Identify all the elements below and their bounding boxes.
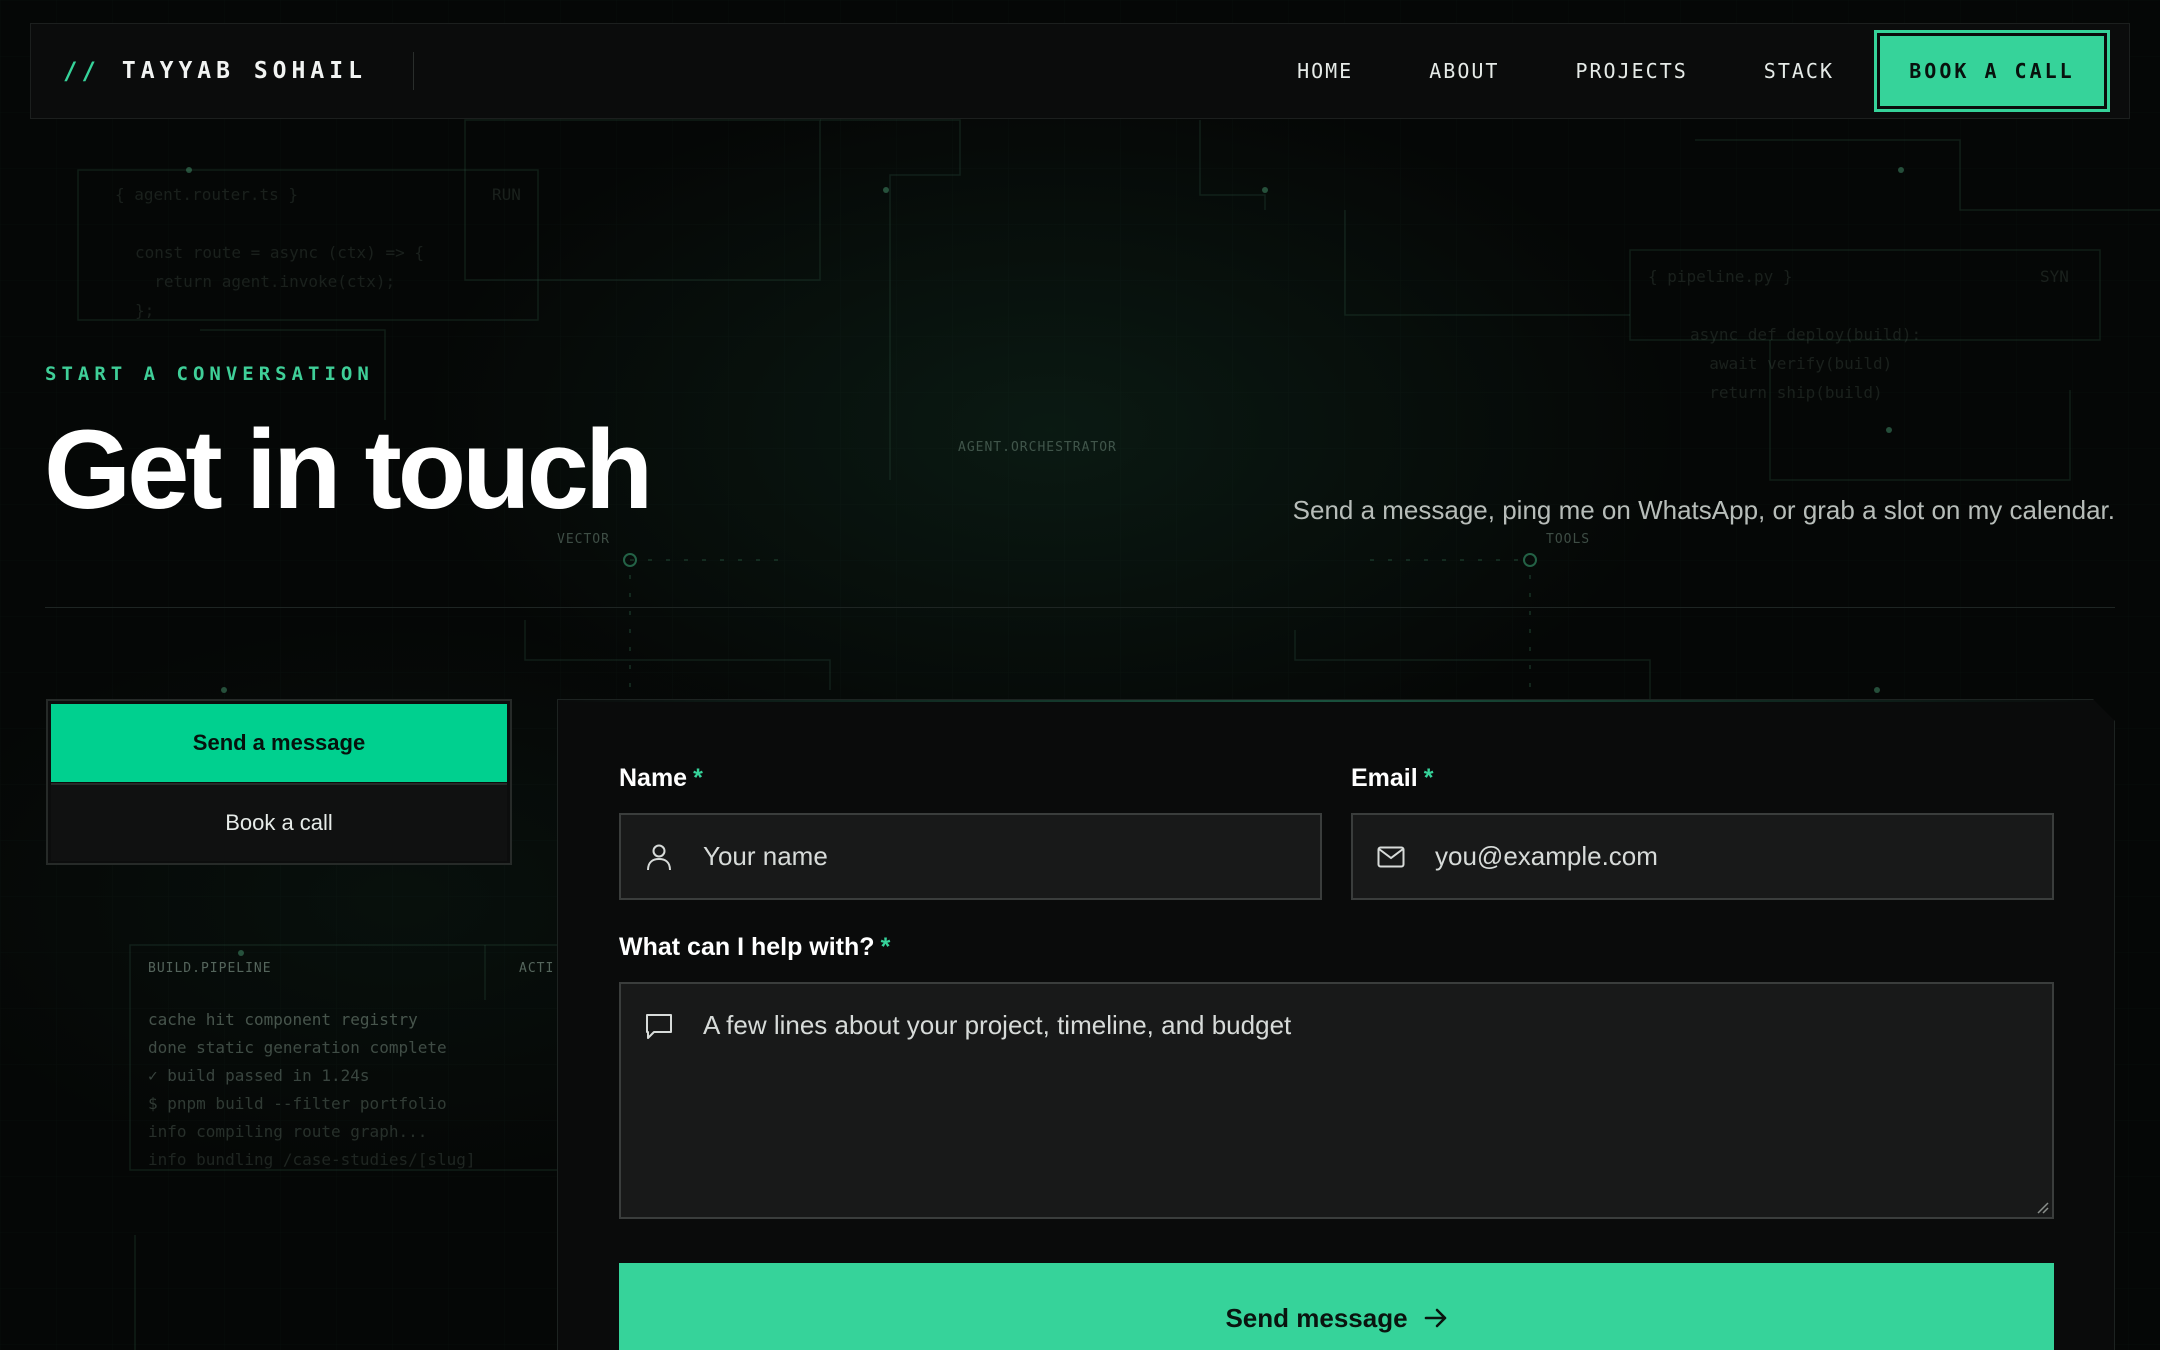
send-message-button[interactable]: Send message: [619, 1263, 2054, 1350]
bg-snippet-right-line-1: async def deploy(build):: [1690, 325, 1922, 344]
bg-snippet-left-line-1: const route = async (ctx) => {: [135, 243, 424, 262]
nav-link-projects[interactable]: PROJECTS: [1575, 59, 1687, 83]
contact-mode-toggle: Send a message Book a call: [46, 699, 512, 865]
bg-snippet-right-line-2: await verify(build): [1690, 354, 1893, 373]
resize-grip-icon[interactable]: [2035, 1200, 2049, 1214]
message-field: [619, 982, 2054, 1219]
nav-links: HOME ABOUT PROJECTS STACK BOOK A CALL: [1297, 24, 2129, 118]
bg-pipeline-line-2: done static generation complete: [148, 1038, 447, 1057]
nav-link-stack[interactable]: STACK: [1764, 59, 1834, 83]
name-input[interactable]: [703, 841, 1320, 872]
email-required-mark: *: [1423, 764, 1434, 792]
name-label-text: Name: [619, 764, 688, 792]
bg-node-orchestrator: AGENT.ORCHESTRATOR: [958, 440, 1117, 455]
brand-slashes: //: [63, 57, 100, 85]
brand-name: TAYYAB SOHAIL: [121, 58, 367, 84]
contact-form-panel: Name* Email* What can I help with?*: [557, 699, 2115, 1350]
book-a-call-button[interactable]: BOOK A CALL: [1874, 30, 2110, 112]
bg-pipeline-line-1: cache hit component registry: [148, 1010, 418, 1029]
nav-link-home[interactable]: HOME: [1297, 59, 1353, 83]
email-input[interactable]: [1435, 841, 2052, 872]
bg-snippet-left-header: { agent.router.ts }: [115, 185, 299, 204]
top-nav: // TAYYAB SOHAIL HOME ABOUT PROJECTS STA…: [30, 23, 2130, 119]
email-label: Email *: [1351, 764, 1433, 793]
email-label-text: Email: [1351, 764, 1418, 792]
section-divider: [45, 607, 2115, 608]
name-label: Name *: [619, 764, 703, 793]
arrow-right-icon: [1424, 1307, 1448, 1329]
brand[interactable]: // TAYYAB SOHAIL: [31, 24, 414, 118]
nav-link-about[interactable]: ABOUT: [1429, 59, 1499, 83]
message-label-text: What can I help with?: [619, 933, 875, 961]
mail-icon: [1377, 843, 1405, 871]
page-title: Get in touch: [44, 407, 653, 532]
bg-snippet-right-tag: SYN: [2040, 267, 2069, 286]
name-field: [619, 813, 1322, 900]
bg-pipeline-tag: ACTI: [519, 961, 555, 976]
bg-snippet-right-header: { pipeline.py }: [1648, 267, 1793, 286]
brand-divider: [412, 52, 414, 90]
bg-pipeline-header: BUILD.PIPELINE: [148, 961, 272, 976]
bg-pipeline-line-4: $ pnpm build --filter portfolio: [148, 1094, 447, 1113]
book-a-call-tab[interactable]: Book a call: [51, 783, 507, 861]
bg-pipeline-line-5: info compiling route graph...: [148, 1122, 428, 1141]
bg-snippet-left-tag: RUN: [492, 185, 521, 204]
bg-snippet-right-line-3: return ship(build): [1690, 383, 1883, 402]
panel-top-glow: [558, 700, 2094, 702]
email-field: [1351, 813, 2054, 900]
message-textarea[interactable]: [703, 1010, 2052, 1190]
message-label: What can I help with? *: [619, 933, 890, 962]
bg-snippet-left-line-3: };: [135, 301, 155, 320]
bg-node-tools: TOOLS: [1546, 532, 1591, 547]
name-required-mark: *: [693, 764, 703, 792]
user-icon: [645, 843, 673, 871]
hero-eyebrow: START A CONVERSATION: [45, 363, 374, 385]
send-message-label: Send message: [1225, 1302, 1408, 1333]
message-required-mark: *: [880, 933, 891, 961]
send-a-message-tab[interactable]: Send a message: [51, 704, 507, 782]
hero-subtitle: Send a message, ping me on WhatsApp, or …: [1292, 495, 2115, 525]
chat-bubble-icon: [645, 1012, 673, 1040]
bg-pipeline-line-6: info bundling /case-studies/[slug]: [148, 1150, 476, 1169]
bg-pipeline-line-3: ✓ build passed in 1.24s: [148, 1066, 370, 1085]
bg-snippet-left-line-2: return agent.invoke(ctx);: [135, 272, 396, 291]
